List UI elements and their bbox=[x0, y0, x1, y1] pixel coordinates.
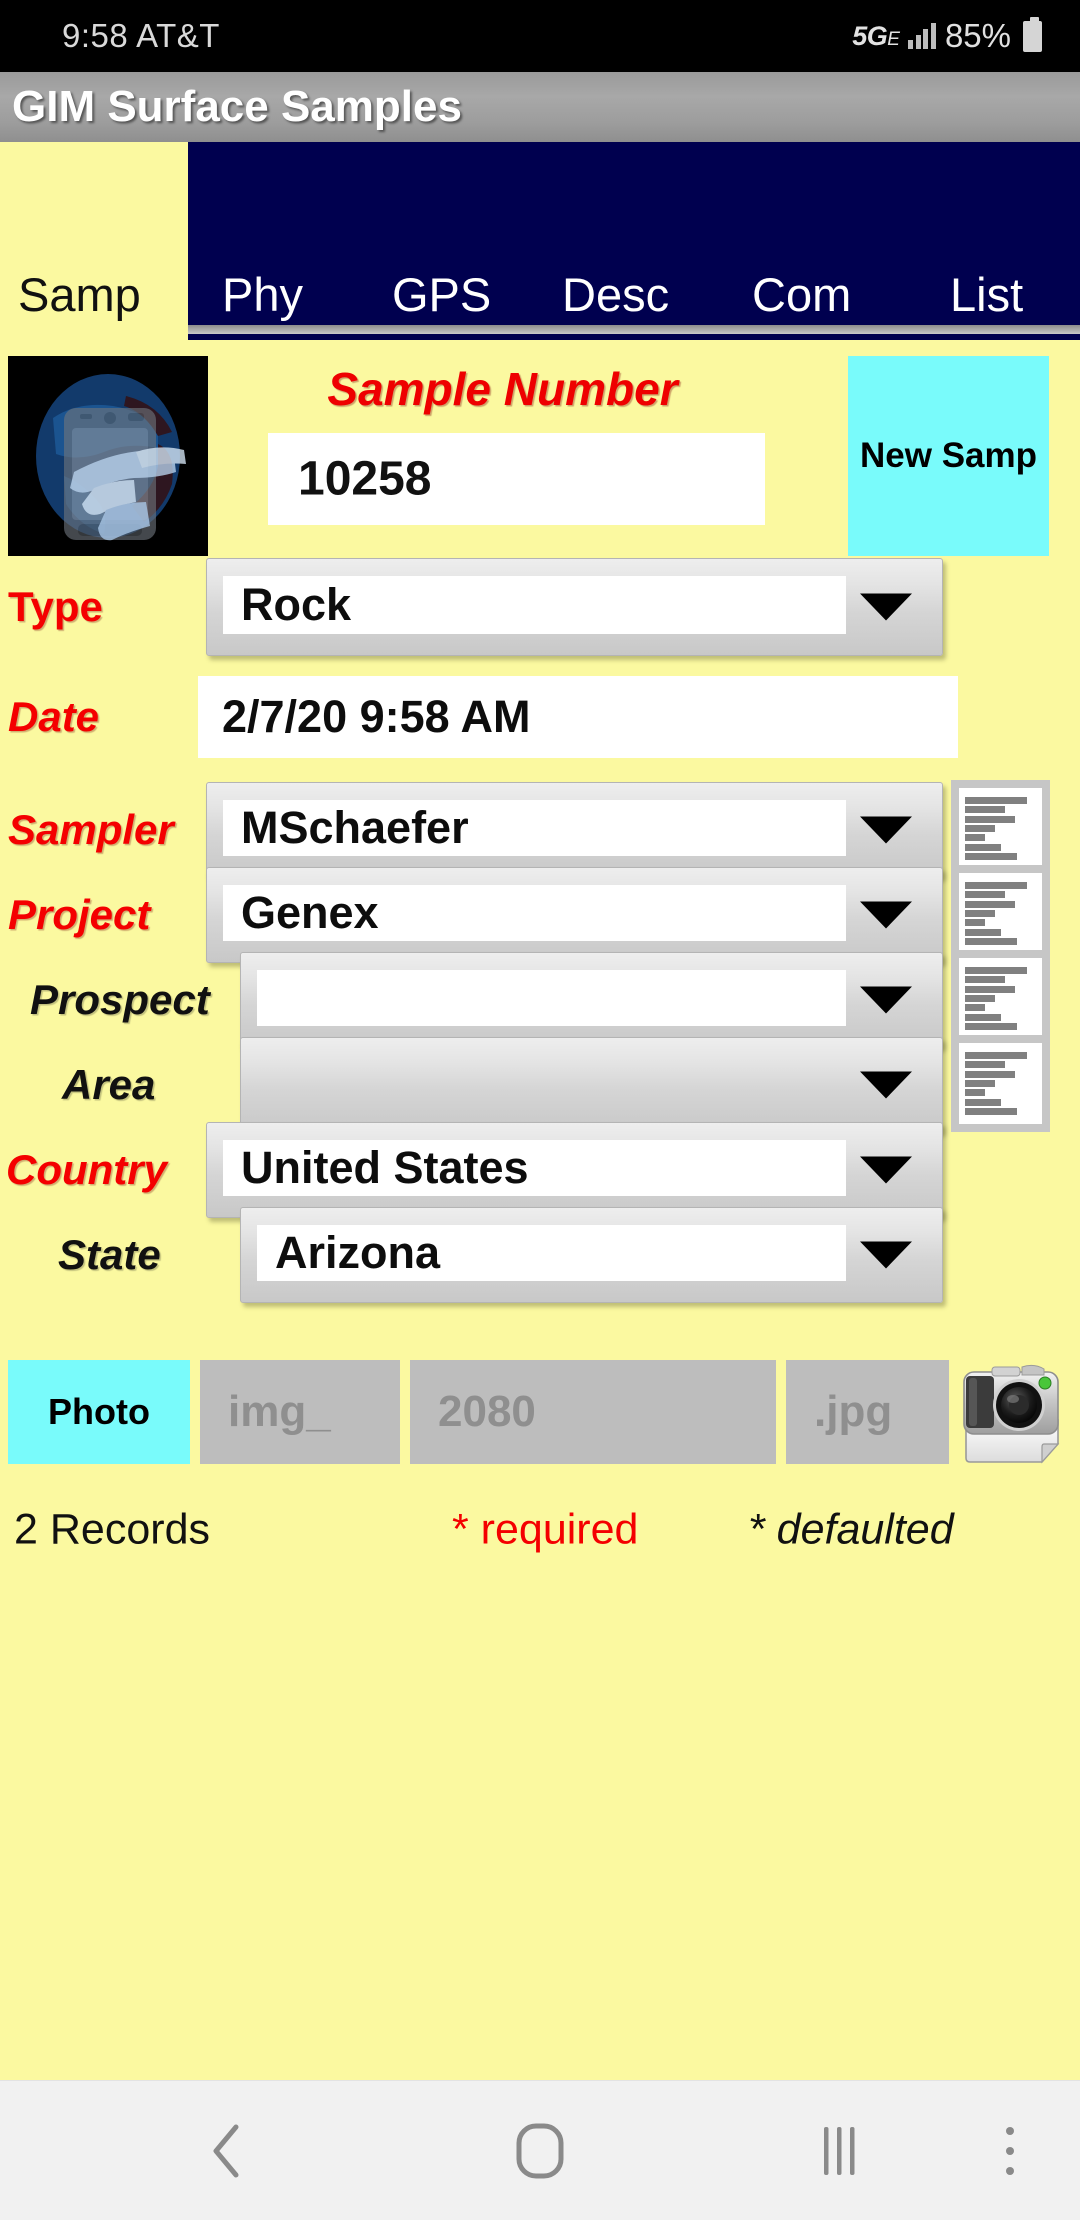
photo-prefix-field: img_ bbox=[200, 1360, 400, 1464]
chevron-down-icon bbox=[860, 987, 912, 1014]
sampler-dropdown-value: MSchaefer bbox=[241, 802, 469, 854]
status-time-carrier: 9:58 AT&T bbox=[62, 17, 220, 55]
tab-phy[interactable]: Phy bbox=[222, 271, 303, 318]
battery-percent-label: 85% bbox=[945, 17, 1011, 55]
tab-desc[interactable]: Desc bbox=[562, 271, 669, 318]
prospect-dropdown-value-box bbox=[257, 970, 846, 1026]
overflow-dots-icon[interactable] bbox=[990, 2121, 1030, 2181]
photo-row: Photo img_ 2080 .jpg bbox=[0, 1360, 1080, 1464]
state-dropdown[interactable]: Arizona bbox=[240, 1207, 943, 1303]
sample-number-label: Sample Number bbox=[240, 362, 765, 416]
battery-icon bbox=[1023, 21, 1042, 52]
country-dropdown[interactable]: United States bbox=[206, 1122, 943, 1218]
tab-samp[interactable]: Samp bbox=[18, 271, 141, 318]
field-row-prospect: Prospect bbox=[0, 952, 1080, 1048]
sample-number-value: 10258 bbox=[298, 452, 431, 507]
record-count-label: 2 Records bbox=[14, 1509, 210, 1552]
tab-com[interactable]: Com bbox=[752, 271, 851, 318]
chevron-down-icon bbox=[860, 1157, 912, 1184]
sampler-dropdown-value-box: MSchaefer bbox=[223, 800, 846, 856]
field-label-area: Area bbox=[62, 1064, 155, 1106]
field-label-state: State bbox=[58, 1234, 161, 1276]
field-row-project: Project Genex bbox=[0, 867, 1080, 963]
network-type-icon: 5GE bbox=[852, 21, 899, 52]
required-legend-label: * required bbox=[452, 1509, 638, 1552]
date-input[interactable]: 2/7/20 9:58 AM bbox=[198, 676, 958, 758]
globe-phone-hand-logo-icon bbox=[8, 356, 208, 556]
state-dropdown-value: Arizona bbox=[275, 1227, 440, 1279]
sample-number-input[interactable]: 10258 bbox=[268, 433, 765, 525]
defaulted-legend-label: * defaulted bbox=[748, 1509, 954, 1552]
field-row-state: State Arizona bbox=[0, 1207, 1080, 1303]
photo-extension-value: .jpg bbox=[786, 1387, 892, 1437]
back-chevron-icon[interactable] bbox=[196, 2121, 256, 2181]
field-label-type: Type bbox=[8, 586, 103, 628]
photo-number-field: 2080 bbox=[410, 1360, 776, 1464]
type-dropdown-value: Rock bbox=[241, 579, 351, 631]
country-dropdown-value-box: United States bbox=[223, 1140, 846, 1196]
area-dropdown[interactable] bbox=[240, 1037, 943, 1133]
status-indicators: 5GE 85% bbox=[852, 17, 1042, 55]
photo-prefix-value: img_ bbox=[200, 1387, 331, 1437]
chevron-down-icon bbox=[860, 817, 912, 844]
app-screen: 9:58 AT&T 5GE 85% GIM Surface Samples Sa… bbox=[0, 0, 1080, 2220]
field-row-sampler: Sampler MSchaefer bbox=[0, 782, 1080, 878]
android-nav-bar bbox=[0, 2080, 1080, 2220]
signal-strength-icon bbox=[908, 23, 936, 49]
status-bar: 9:58 AT&T 5GE 85% bbox=[0, 0, 1080, 72]
project-dropdown[interactable]: Genex bbox=[206, 867, 943, 963]
area-list-picker-icon[interactable] bbox=[951, 1035, 1050, 1132]
prospect-dropdown[interactable] bbox=[240, 952, 943, 1048]
chevron-down-icon bbox=[860, 1242, 912, 1269]
field-row-country: Country United States bbox=[0, 1122, 1080, 1218]
project-dropdown-value-box: Genex bbox=[223, 885, 846, 941]
chevron-down-icon bbox=[860, 594, 912, 621]
field-label-prospect: Prospect bbox=[30, 979, 210, 1021]
legend-row: 2 Records * required * defaulted bbox=[0, 1495, 1080, 1565]
list-lines bbox=[959, 788, 1042, 869]
home-square-icon[interactable] bbox=[508, 2119, 572, 2183]
photo-extension-field: .jpg bbox=[786, 1360, 949, 1464]
state-dropdown-value-box: Arizona bbox=[257, 1225, 846, 1281]
new-sample-button[interactable]: New Samp bbox=[848, 356, 1049, 556]
list-lines bbox=[959, 958, 1042, 1039]
field-label-country: Country bbox=[6, 1149, 167, 1191]
country-dropdown-value: United States bbox=[241, 1142, 529, 1194]
camera-icon[interactable] bbox=[956, 1358, 1066, 1466]
tab-gps[interactable]: GPS bbox=[392, 271, 491, 318]
type-dropdown[interactable]: Rock bbox=[206, 558, 943, 656]
field-label-date: Date bbox=[8, 696, 99, 738]
field-row-area: Area bbox=[0, 1037, 1080, 1133]
photo-button[interactable]: Photo bbox=[8, 1360, 190, 1464]
project-dropdown-value: Genex bbox=[241, 887, 379, 939]
sample-form: Sample Number 10258 New Samp Type Rock D… bbox=[0, 340, 1080, 2080]
field-row-type: Type Rock bbox=[0, 558, 1080, 656]
field-row-date: Date 2/7/20 9:58 AM bbox=[0, 676, 1080, 758]
type-dropdown-value-box: Rock bbox=[223, 576, 846, 634]
area-dropdown-value-box bbox=[257, 1055, 846, 1111]
project-list-picker-icon[interactable] bbox=[951, 865, 1050, 962]
tab-list[interactable]: List bbox=[950, 271, 1023, 318]
app-title-bar: GIM Surface Samples bbox=[0, 72, 1080, 142]
recents-bars-icon[interactable] bbox=[810, 2121, 870, 2181]
sampler-list-picker-icon[interactable] bbox=[951, 780, 1050, 877]
field-label-sampler: Sampler bbox=[8, 809, 174, 851]
chevron-down-icon bbox=[860, 902, 912, 929]
sampler-dropdown[interactable]: MSchaefer bbox=[206, 782, 943, 878]
tab-bar: Samp Phy GPS Desc Com List bbox=[0, 142, 1080, 340]
photo-number-value: 2080 bbox=[410, 1387, 536, 1437]
list-lines bbox=[959, 873, 1042, 954]
field-label-project: Project bbox=[8, 894, 150, 936]
chevron-down-icon bbox=[860, 1072, 912, 1099]
list-lines bbox=[959, 1043, 1042, 1124]
app-title: GIM Surface Samples bbox=[12, 82, 462, 132]
tabs-row: Samp Phy GPS Desc Com List bbox=[0, 142, 1080, 340]
prospect-list-picker-icon[interactable] bbox=[951, 950, 1050, 1047]
date-value: 2/7/20 9:58 AM bbox=[222, 691, 531, 743]
